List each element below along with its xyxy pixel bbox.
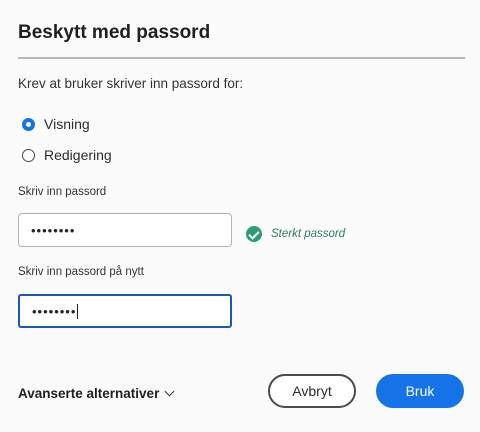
confirm-password-label: Skriv inn passord på nytt: [18, 266, 144, 278]
apply-button[interactable]: Bruk: [376, 374, 464, 408]
text-caret: [77, 303, 79, 319]
password-value: ••••••••: [31, 222, 76, 238]
radio-editing-indicator[interactable]: [22, 148, 35, 162]
advanced-options-toggle[interactable]: Avanserte alternativer: [18, 386, 175, 401]
advanced-options-label: Avanserte alternativer: [18, 386, 160, 401]
radio-viewing-label: Visning: [44, 116, 90, 132]
confirm-password-input[interactable]: ••••••••: [18, 294, 232, 328]
password-input[interactable]: ••••••••: [18, 213, 232, 247]
checkmark-circle-icon: [246, 226, 262, 242]
title-divider: [18, 57, 465, 59]
password-label: Skriv inn passord: [18, 186, 107, 198]
dialog-title: Beskytt med passord: [18, 22, 211, 43]
radio-editing-label: Redigering: [44, 147, 112, 163]
radio-viewing[interactable]: Visning: [22, 116, 90, 132]
radio-viewing-indicator[interactable]: [22, 117, 35, 131]
cancel-button[interactable]: Avbryt: [268, 374, 356, 408]
chevron-down-icon: [164, 386, 175, 397]
radio-editing[interactable]: Redigering: [22, 147, 112, 163]
strength-text: Sterkt passord: [271, 228, 346, 240]
require-password-prompt: Krev at bruker skriver inn passord for:: [18, 76, 244, 91]
password-strength: Sterkt passord: [246, 226, 345, 242]
confirm-password-value: ••••••••: [32, 303, 77, 319]
password-protect-dialog: Beskytt med passord Krev at bruker skriv…: [0, 0, 480, 432]
